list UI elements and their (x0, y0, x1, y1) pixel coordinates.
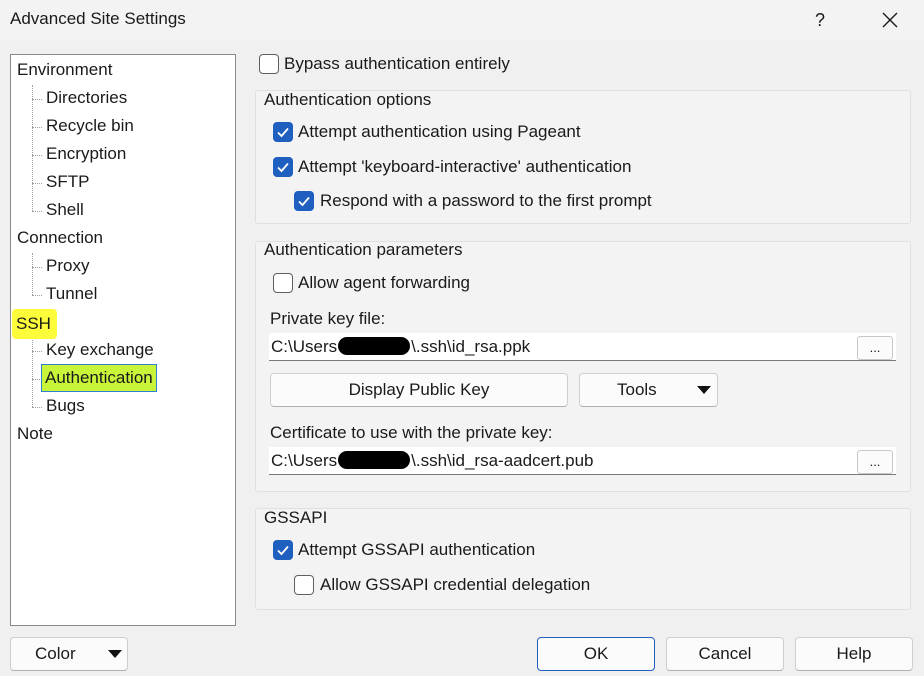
close-button[interactable] (866, 0, 914, 40)
checkmark-icon (277, 127, 289, 138)
pageant-label[interactable]: Attempt authentication using Pageant (298, 122, 581, 142)
gssapi-attempt-label[interactable]: Attempt GSSAPI authentication (298, 540, 535, 560)
gssapi-attempt-checkbox[interactable] (273, 540, 293, 560)
gssapi-delegation-checkbox[interactable] (294, 575, 314, 595)
tree-item-proxy[interactable]: Proxy (44, 253, 91, 279)
checkmark-icon (298, 196, 310, 207)
tree-item-tunnel[interactable]: Tunnel (44, 281, 99, 307)
help-title-button[interactable]: ? (796, 0, 844, 40)
tree-connector (32, 253, 33, 295)
agent-forwarding-checkbox[interactable] (273, 273, 293, 293)
tree-item-ssh[interactable]: SSH (12, 309, 57, 339)
private-key-label: Private key file: (270, 309, 386, 328)
keyboard-interactive-checkbox[interactable] (273, 157, 293, 177)
display-public-key-button[interactable]: Display Public Key (270, 373, 568, 407)
tree-item-environment[interactable]: Environment (15, 57, 114, 83)
chevron-down-icon (108, 650, 122, 658)
tools-button[interactable]: Tools (579, 373, 718, 407)
tree-connector (32, 337, 33, 407)
tree-item-connection[interactable]: Connection (15, 225, 105, 251)
bypass-auth-label[interactable]: Bypass authentication entirely (284, 54, 510, 74)
private-key-browse-button[interactable]: ... (857, 336, 893, 360)
chevron-down-icon (697, 386, 711, 394)
gssapi-title: GSSAPI (264, 508, 328, 527)
tree-item-note[interactable]: Note (15, 421, 55, 447)
tree-connector (32, 155, 42, 156)
checkmark-icon (277, 545, 289, 556)
certificate-label: Certificate to use with the private key: (270, 423, 553, 442)
private-key-prefix: C:\Users (271, 337, 338, 356)
tree-item-recycle-bin[interactable]: Recycle bin (44, 113, 136, 139)
agent-forwarding-label[interactable]: Allow agent forwarding (298, 273, 470, 293)
respond-password-checkbox[interactable] (294, 191, 314, 211)
color-label: Color (35, 644, 76, 663)
redaction-mark (338, 451, 411, 469)
certificate-browse-button[interactable]: ... (857, 450, 893, 474)
help-button[interactable]: Help (795, 637, 913, 671)
tree-item-bugs[interactable]: Bugs (44, 393, 87, 419)
gssapi-delegation-label[interactable]: Allow GSSAPI credential delegation (320, 575, 590, 595)
checkmark-icon (277, 162, 289, 173)
tree-connector (32, 183, 42, 184)
pageant-checkbox[interactable] (273, 122, 293, 142)
keyboard-interactive-label[interactable]: Attempt 'keyboard-interactive' authentic… (298, 157, 631, 177)
help-icon: ? (814, 9, 825, 30)
tree-connector (32, 267, 42, 268)
tree-item-encryption[interactable]: Encryption (44, 141, 128, 167)
tree-item-sftp[interactable]: SFTP (44, 169, 91, 195)
certificate-suffix: \.ssh\id_rsa-aadcert.pub (411, 451, 594, 470)
tree-connector (32, 407, 42, 408)
tree-item-shell[interactable]: Shell (44, 197, 86, 223)
settings-tree[interactable]: Environment Directories Recycle bin Encr… (10, 54, 236, 626)
ok-button[interactable]: OK (537, 637, 655, 671)
private-key-field[interactable]: C:\Users \.ssh\id_rsa.ppk (269, 333, 896, 361)
certificate-prefix: C:\Users (271, 451, 338, 470)
certificate-field[interactable]: C:\Users \.ssh\id_rsa-aadcert.pub (269, 447, 896, 475)
color-button[interactable]: Color (10, 637, 128, 671)
private-key-suffix: \.ssh\id_rsa.ppk (411, 337, 531, 356)
window-title: Advanced Site Settings (10, 9, 186, 28)
redaction-mark (338, 337, 411, 355)
tree-connector (32, 351, 42, 352)
title-bar: Advanced Site Settings ? (0, 0, 924, 40)
tree-connector (32, 295, 42, 296)
tree-item-directories[interactable]: Directories (44, 85, 129, 111)
close-icon (882, 12, 898, 28)
bypass-auth-checkbox[interactable] (259, 54, 279, 74)
auth-params-title: Authentication parameters (264, 240, 463, 259)
tree-item-key-exchange[interactable]: Key exchange (44, 337, 156, 363)
tools-label: Tools (617, 380, 657, 399)
respond-password-label[interactable]: Respond with a password to the first pro… (320, 191, 652, 211)
tree-connector (32, 211, 42, 212)
tree-item-authentication[interactable]: Authentication (41, 364, 157, 392)
tree-connector (32, 85, 33, 211)
auth-options-title: Authentication options (264, 90, 432, 109)
cancel-button[interactable]: Cancel (666, 637, 784, 671)
tree-connector (32, 127, 42, 128)
tree-connector (32, 99, 42, 100)
